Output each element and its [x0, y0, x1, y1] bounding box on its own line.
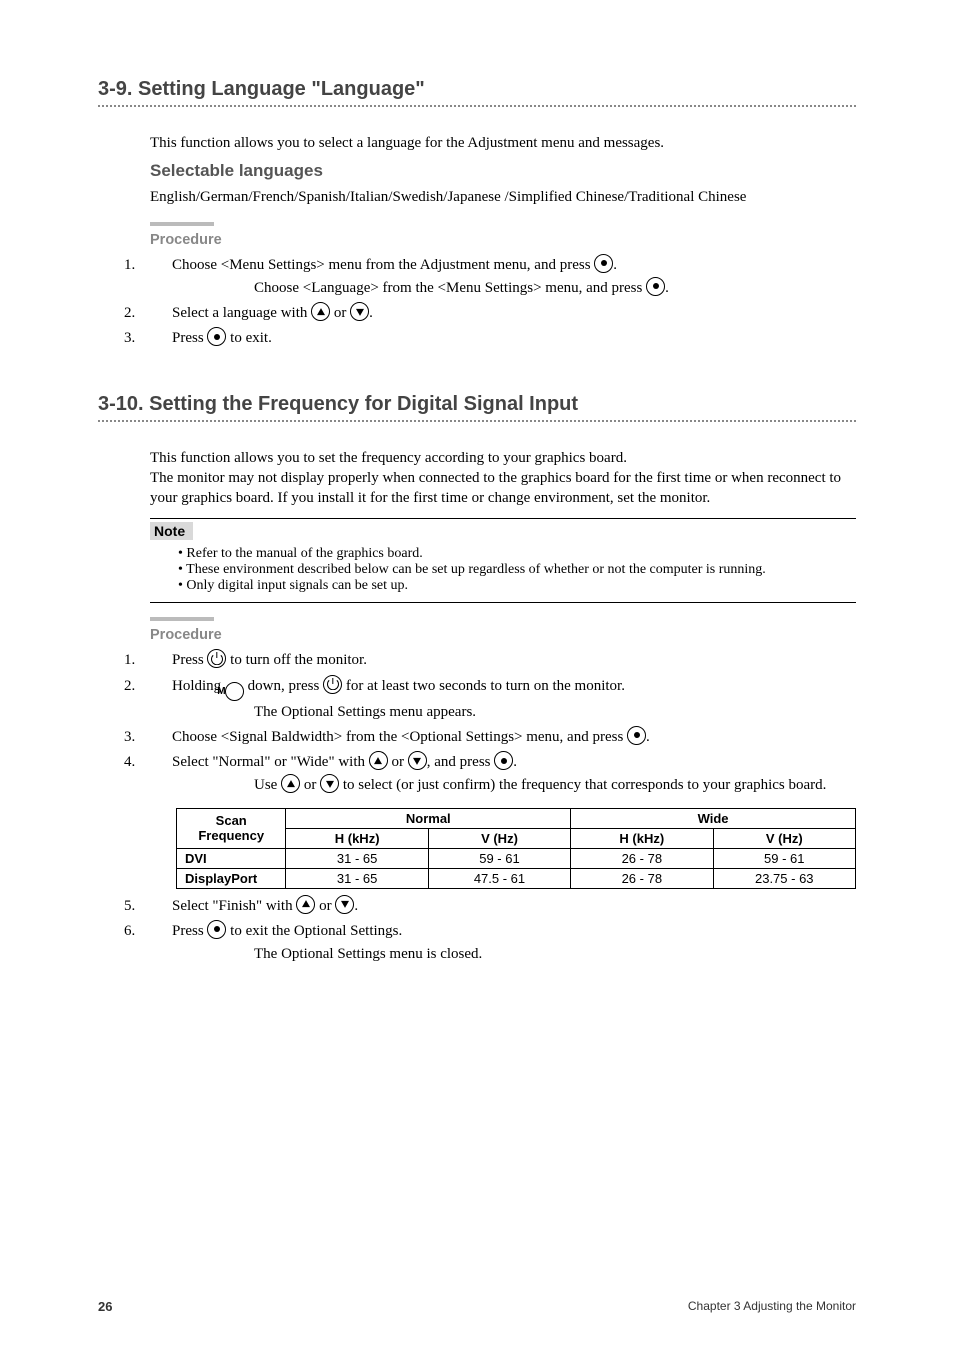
enter-icon	[594, 254, 613, 273]
page-footer: 26 Chapter 3 Adjusting the Monitor	[98, 1299, 856, 1314]
s1a: Press	[172, 652, 207, 668]
fproc-step-2: 2.Holding M down, press for at least two…	[150, 675, 856, 724]
s2c: for at least two seconds to turn on the …	[342, 678, 625, 694]
procedure-rule	[150, 222, 214, 226]
enter-icon	[207, 920, 226, 939]
th-hkhz-n: H (kHz)	[286, 828, 428, 848]
s4a: Select "Normal" or "Wide" with	[172, 754, 369, 770]
cell: 31 - 65	[286, 868, 428, 888]
s6a: Press	[172, 923, 207, 939]
fproc-step-5: 5.Select "Finish" with or .	[150, 895, 856, 918]
fproc-step-1: 1.Press to turn off the monitor.	[150, 649, 856, 672]
step2-text: Select a language with	[172, 305, 311, 321]
fproc-step-4: 4.Select "Normal" or "Wide" with or , an…	[150, 751, 856, 798]
procedure-list-frequency-cont: 5.Select "Finish" with or . 6.Press to e…	[150, 895, 856, 967]
enter-icon	[207, 327, 226, 346]
divider	[98, 420, 856, 422]
s2d: The Optional Settings menu appears.	[254, 701, 856, 724]
fproc-step-3: 3.Choose <Signal Baldwidth> from the <Op…	[150, 726, 856, 749]
note-heading: Note	[150, 522, 193, 540]
freq-intro1: This function allows you to set the freq…	[150, 448, 850, 468]
note-item-1: • Refer to the manual of the graphics bo…	[178, 546, 856, 562]
section-heading-language: 3-9. Setting Language "Language"	[98, 78, 856, 101]
up-icon	[296, 895, 315, 914]
up-icon	[281, 774, 300, 793]
step3-a: Press	[172, 330, 207, 346]
th-vhz-n: V (Hz)	[428, 828, 570, 848]
row-dp-label: DisplayPort	[177, 868, 286, 888]
procedure-heading-2: Procedure	[150, 627, 856, 643]
s5or: or	[315, 898, 335, 914]
step1-line1: Choose <Menu Settings> menu from the Adj…	[172, 257, 594, 273]
s4d: or	[300, 777, 320, 793]
down-icon	[408, 751, 427, 770]
up-icon	[311, 302, 330, 321]
procedure-heading: Procedure	[150, 232, 856, 248]
cell: 59 - 61	[428, 848, 570, 868]
down-icon	[350, 302, 369, 321]
th-normal: Normal	[286, 808, 571, 828]
cell: 47.5 - 61	[428, 868, 570, 888]
divider	[98, 105, 856, 107]
row-dvi-label: DVI	[177, 848, 286, 868]
down-icon	[320, 774, 339, 793]
enter-icon	[494, 751, 513, 770]
power-icon	[323, 675, 342, 694]
section-heading-frequency: 3-10. Setting the Frequency for Digital …	[98, 393, 856, 416]
s4e: to select (or just confirm) the frequenc…	[339, 777, 826, 793]
note-item-3: • Only digital input signals can be set …	[178, 578, 856, 594]
th-scan-freq: Scan Frequency	[177, 808, 286, 848]
proc-step-3: 3.Press to exit.	[150, 327, 856, 350]
s5a: Select "Finish" with	[172, 898, 296, 914]
cell: 59 - 61	[713, 848, 855, 868]
th-wide: Wide	[571, 808, 856, 828]
fproc-step-6: 6.Press to exit the Optional Settings. T…	[150, 920, 856, 967]
freq-intro2: The monitor may not display properly whe…	[150, 468, 850, 509]
proc-step-1: 1.Choose <Menu Settings> menu from the A…	[150, 254, 856, 301]
s4b: , and press	[427, 754, 495, 770]
note-item-2: • These environment described below can …	[178, 562, 856, 578]
s3a: Choose <Signal Baldwidth> from the <Opti…	[172, 729, 627, 745]
down-icon	[335, 895, 354, 914]
step3-b: to exit.	[226, 330, 271, 346]
cell: 23.75 - 63	[713, 868, 855, 888]
proc-step-2: 2.Select a language with or .	[150, 302, 856, 325]
s6c: The Optional Settings menu is closed.	[254, 943, 856, 966]
s4or: or	[388, 754, 408, 770]
s2b: down, press	[244, 678, 323, 694]
selectable-languages-list: English/German/French/Spanish/Italian/Sw…	[150, 187, 850, 207]
mode-icon: M	[225, 682, 244, 701]
frequency-table: Scan Frequency Normal Wide H (kHz) V (Hz…	[176, 808, 856, 889]
page-number: 26	[98, 1299, 112, 1314]
or-text: or	[330, 305, 350, 321]
s4c: Use	[254, 777, 281, 793]
table-row: DisplayPort 31 - 65 47.5 - 61 26 - 78 23…	[177, 868, 856, 888]
th-hkhz-w: H (kHz)	[571, 828, 713, 848]
cell: 31 - 65	[286, 848, 428, 868]
procedure-list-language: 1.Choose <Menu Settings> menu from the A…	[150, 254, 856, 351]
cell: 26 - 78	[571, 848, 713, 868]
procedure-rule	[150, 617, 214, 621]
intro-text: This function allows you to select a lan…	[150, 133, 850, 153]
power-icon	[207, 649, 226, 668]
cell: 26 - 78	[571, 868, 713, 888]
enter-icon	[646, 277, 665, 296]
th-vhz-w: V (Hz)	[713, 828, 855, 848]
selectable-languages-heading: Selectable languages	[150, 161, 856, 181]
step1-line2: Choose <Language> from the <Menu Setting…	[254, 280, 646, 296]
procedure-list-frequency: 1.Press to turn off the monitor. 2.Holdi…	[150, 649, 856, 797]
note-box: Note • Refer to the manual of the graphi…	[150, 518, 856, 603]
up-icon	[369, 751, 388, 770]
enter-icon	[627, 726, 646, 745]
s6b: to exit the Optional Settings.	[226, 923, 402, 939]
table-row: DVI 31 - 65 59 - 61 26 - 78 59 - 61	[177, 848, 856, 868]
s1b: to turn off the monitor.	[226, 652, 367, 668]
chapter-label: Chapter 3 Adjusting the Monitor	[688, 1299, 856, 1314]
